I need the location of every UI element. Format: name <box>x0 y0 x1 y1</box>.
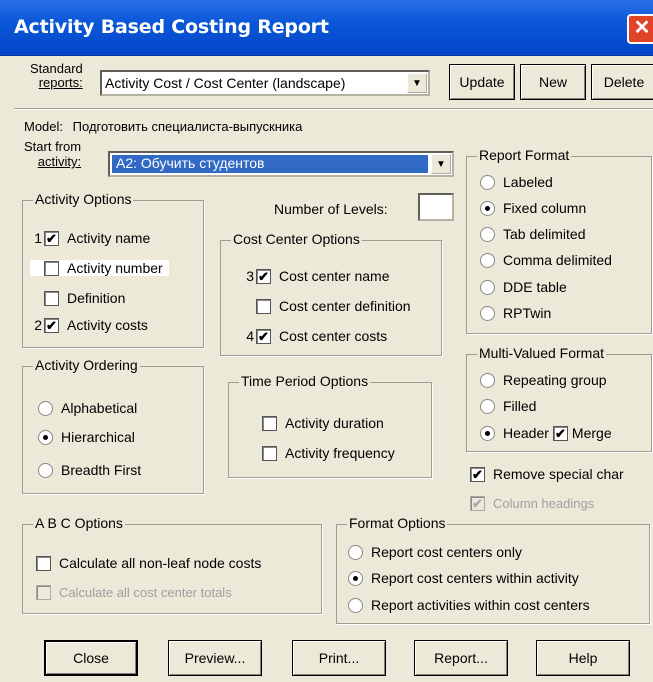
number-of-levels-label: Number of Levels: <box>274 201 388 217</box>
header-option[interactable]: Header ✔ Merge <box>480 425 612 441</box>
chevron-down-icon[interactable]: ▼ <box>431 154 451 174</box>
activities-within-cost-centers-radio[interactable] <box>348 597 363 613</box>
cost-center-definition-option[interactable]: Cost center definition <box>242 298 411 314</box>
activity-duration-checkbox[interactable] <box>262 415 277 431</box>
hierarchical-option[interactable]: Hierarchical <box>38 429 135 445</box>
calculate-non-leaf-option[interactable]: Calculate all non-leaf node costs <box>36 555 261 571</box>
activity-name-option[interactable]: 1 ✔ Activity name <box>30 230 150 246</box>
separator <box>14 108 653 110</box>
activity-number-checkbox[interactable] <box>44 260 59 276</box>
activities-within-cost-centers-option[interactable]: Report activities within cost centers <box>348 597 590 613</box>
report-button[interactable]: Report... <box>414 640 508 676</box>
merge-label: Merge <box>571 425 612 441</box>
breadth-first-option[interactable]: Breadth First <box>38 462 141 478</box>
standard-reports-value: Activity Cost / Cost Center (landscape) <box>105 75 346 91</box>
start-activity-combo[interactable]: A2: Обучить студентов ▼ <box>108 151 454 177</box>
cost-center-costs-checkbox[interactable]: ✔ <box>256 328 271 344</box>
activity-costs-option[interactable]: 2 ✔ Activity costs <box>30 317 148 333</box>
activity-frequency-checkbox[interactable] <box>262 445 277 461</box>
comma-delimited-radio[interactable] <box>480 252 495 268</box>
help-button[interactable]: Help <box>536 640 630 676</box>
activity-duration-option[interactable]: Activity duration <box>262 415 384 431</box>
start-activity-label: Start from activity: <box>24 139 82 169</box>
rptwin-radio[interactable] <box>480 305 495 321</box>
close-button[interactable]: Close <box>44 640 138 676</box>
model-row: Model: Подготовить специалиста-выпускник… <box>24 119 302 134</box>
repeating-group-radio[interactable] <box>480 372 495 388</box>
format-options-title: Format Options <box>347 515 448 531</box>
cost-center-name-checkbox[interactable]: ✔ <box>256 268 271 284</box>
remove-special-char-option[interactable]: ✔ Remove special char <box>470 466 624 482</box>
delete-button[interactable]: Delete <box>591 64 653 100</box>
dde-table-radio[interactable] <box>480 279 495 295</box>
fixed-column-radio[interactable] <box>480 200 495 216</box>
chevron-down-icon[interactable]: ▼ <box>407 73 427 93</box>
filled-option[interactable]: Filled <box>480 398 536 414</box>
window-title: Activity Based Costing Report <box>14 16 329 38</box>
fixed-column-option[interactable]: Fixed column <box>480 200 586 216</box>
cost-center-options-title: Cost Center Options <box>231 231 362 247</box>
cost-center-costs-option[interactable]: 4 ✔ Cost center costs <box>242 328 387 344</box>
cost-centers-within-activity-option[interactable]: Report cost centers within activity <box>348 570 579 586</box>
title-bar: Activity Based Costing Report ✕ <box>0 0 653 56</box>
cost-center-name-option[interactable]: 3 ✔ Cost center name <box>242 268 389 284</box>
standard-reports-combo[interactable]: Activity Cost / Cost Center (landscape) … <box>100 70 430 96</box>
activity-number-option[interactable]: Activity number <box>30 260 169 276</box>
activity-costs-checkbox[interactable]: ✔ <box>44 317 59 333</box>
merge-checkbox[interactable]: ✔ <box>552 425 568 441</box>
activity-name-checkbox[interactable]: ✔ <box>44 230 59 246</box>
breadth-first-radio[interactable] <box>38 462 53 478</box>
calculate-cost-center-totals-option: Calculate all cost center totals <box>36 585 232 600</box>
update-button[interactable]: Update <box>449 64 515 100</box>
start-activity-value: A2: Обучить студентов <box>112 155 428 173</box>
cost-center-definition-checkbox[interactable] <box>256 298 271 314</box>
calculate-non-leaf-checkbox[interactable] <box>36 555 51 571</box>
model-value: Подготовить специалиста-выпускника <box>72 119 303 134</box>
activity-options-title: Activity Options <box>33 191 134 207</box>
multi-valued-format-title: Multi-Valued Format <box>477 345 607 361</box>
remove-special-char-checkbox[interactable]: ✔ <box>470 466 485 482</box>
filled-radio[interactable] <box>480 398 495 414</box>
header-radio[interactable] <box>480 425 495 441</box>
column-headings-checkbox: ✔ <box>470 496 485 511</box>
repeating-group-option[interactable]: Repeating group <box>480 372 607 388</box>
activity-frequency-option[interactable]: Activity frequency <box>262 445 395 461</box>
alphabetical-radio[interactable] <box>38 400 53 416</box>
labeled-option[interactable]: Labeled <box>480 174 553 190</box>
alphabetical-option[interactable]: Alphabetical <box>38 400 137 416</box>
cost-centers-only-option[interactable]: Report cost centers only <box>348 544 522 560</box>
comma-delimited-option[interactable]: Comma delimited <box>480 252 612 268</box>
definition-checkbox[interactable] <box>44 290 59 306</box>
close-icon[interactable]: ✕ <box>627 14 653 44</box>
activity-ordering-title: Activity Ordering <box>33 357 140 373</box>
tab-delimited-option[interactable]: Tab delimited <box>480 226 586 242</box>
print-button[interactable]: Print... <box>292 640 386 676</box>
model-label: Model: <box>24 119 64 134</box>
rptwin-option[interactable]: RPTwin <box>480 305 551 321</box>
cost-centers-within-activity-radio[interactable] <box>348 570 363 586</box>
new-button[interactable]: New <box>520 64 586 100</box>
standard-reports-label: Standard reports: <box>30 61 83 90</box>
preview-button[interactable]: Preview... <box>168 640 262 676</box>
cost-centers-only-radio[interactable] <box>348 544 363 560</box>
dde-table-option[interactable]: DDE table <box>480 279 567 295</box>
column-headings-option: ✔ Column headings <box>470 496 594 511</box>
abc-options-title: A B C Options <box>33 515 125 531</box>
labeled-radio[interactable] <box>480 174 495 190</box>
calculate-cost-center-totals-checkbox <box>36 585 51 600</box>
tab-delimited-radio[interactable] <box>480 226 495 242</box>
time-period-options-title: Time Period Options <box>239 373 371 389</box>
number-of-levels-input[interactable] <box>418 193 454 221</box>
report-format-title: Report Format <box>477 147 572 163</box>
definition-option[interactable]: Definition <box>30 290 125 306</box>
hierarchical-radio[interactable] <box>38 429 53 445</box>
